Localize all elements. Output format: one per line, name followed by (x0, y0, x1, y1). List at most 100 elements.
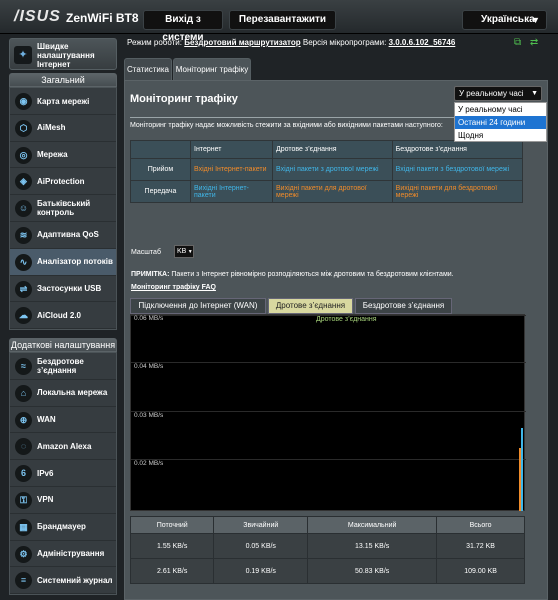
sidebar-item-label: IPv6 (37, 468, 54, 478)
firewall-icon: ▦ (15, 518, 32, 536)
quick-setup-button[interactable]: ✦ Швидке налаштування Інтернет (9, 38, 117, 70)
chevron-down-icon: ▼ (531, 15, 540, 25)
stats-cell: 13.15 KB/s (307, 533, 438, 559)
traffic-direction-table: Інтернет Дротове з’єднання Бездротове з’… (130, 140, 524, 203)
mode-value[interactable]: Бездротовий маршрутизатор (184, 38, 300, 47)
status-line: Режим роботи: Бездротовий маршрутизатор … (127, 38, 455, 47)
aiprotection-icon: ◈ (15, 173, 32, 191)
aicloud-icon: ☁ (15, 307, 32, 325)
quick-setup-icon: ✦ (14, 46, 32, 64)
dropdown-option-last-24h[interactable]: Останні 24 години (455, 116, 546, 129)
sidebar-item-label: Аналізатор потоків (37, 257, 113, 267)
sidebar-item-label: Батьківський контроль (37, 199, 91, 218)
firmware-value[interactable]: 3.0.0.6.102_56746 (389, 38, 456, 47)
language-select[interactable]: Українська ▼ (462, 10, 547, 30)
sidebar-item-syslog[interactable]: ≡ Системний журнал (10, 567, 116, 595)
y-tick-label: 0.06 MB/s (134, 315, 164, 322)
stats-cell: 1.55 KB/s (129, 533, 215, 559)
table-row: 2.61 KB/s 0.19 KB/s 50.83 KB/s 109.00 KB (129, 558, 525, 584)
grid-line (131, 411, 526, 412)
sidebar-item-ipv6[interactable]: 6 IPv6 (10, 460, 116, 487)
sidebar-item-alexa[interactable]: ◌ Amazon Alexa (10, 433, 116, 461)
asus-logo[interactable]: /ISUS (14, 8, 61, 26)
stats-cell: 2.61 KB/s (129, 558, 215, 584)
stats-header-cell: Поточний (129, 516, 215, 534)
note-text: Пакети з Інтернет рівномірно розподіляют… (169, 271, 454, 278)
sidebar-item-firewall[interactable]: ▦ Брандмауер (10, 514, 116, 541)
sidebar-item-label: Локальна мережа (37, 388, 108, 398)
graph-title: Дротове з’єднання (316, 316, 377, 323)
wan-icon: ⊕ (15, 411, 32, 429)
tab-statistics[interactable]: Статистика (124, 58, 172, 80)
traffic-stats-table: Поточний Звичайний Максимальний Всього 1… (129, 516, 525, 584)
sidebar-item-network[interactable]: ◎ Мережа (10, 142, 116, 169)
row-label: Прийом (130, 158, 191, 181)
sidebar-item-lan[interactable]: ⌂ Локальна мережа (10, 380, 116, 407)
table-header-cell (130, 140, 191, 159)
note-label: ПРИМІТКА: (131, 271, 170, 278)
sidebar-item-label: AiMesh (37, 123, 66, 133)
sidebar-item-label: Мережа (37, 150, 68, 160)
monitor-mode-value: У реальному часі (459, 89, 524, 98)
sidebar-item-wireless[interactable]: ≈ Бездротове з’єднання (10, 353, 116, 380)
qos-icon: ≋ (15, 226, 32, 244)
sidebar-item-network-map[interactable]: ◉ Карта мережі (10, 88, 116, 115)
sidebar-item-parental-control[interactable]: ☺ Батьківський контроль (10, 195, 116, 222)
network-map-icon: ◉ (15, 93, 32, 110)
sidebar-item-label: Брандмауер (37, 522, 86, 532)
table-header-cell: Бездротове з’єднання (391, 140, 524, 159)
graph-tab-wireless[interactable]: Бездротове з’єднання (355, 298, 452, 314)
page-title: Моніторинг трафіку (130, 93, 238, 105)
scale-label: Масштаб (131, 249, 161, 256)
table-cell: Вхідні Інтернет-пакети (190, 158, 273, 181)
graph-tab-wan[interactable]: Підключення до Інтернет (WAN) (130, 298, 266, 314)
scale-select[interactable]: KB ▼ (174, 245, 194, 258)
sidebar-item-qos[interactable]: ≋ Адаптивна QoS (10, 222, 116, 249)
chevron-down-icon: ▼ (531, 90, 538, 97)
wireless-icon: ≈ (15, 358, 32, 375)
network-icon: ◎ (15, 146, 32, 164)
sidebar-item-vpn[interactable]: ⚿ VPN (10, 487, 116, 514)
language-value: Українська (481, 14, 535, 25)
general-section-header: Загальний (9, 73, 117, 87)
sidebar-item-label: Адміністрування (37, 549, 105, 559)
table-cell: Вихідні Інтернет-пакети (190, 180, 273, 203)
stats-header-cell: Максимальний (307, 516, 438, 534)
sidebar: ✦ Швидке налаштування Інтернет Загальний… (9, 35, 117, 600)
table-header-cell: Інтернет (190, 140, 273, 159)
faq-link[interactable]: Моніторинг трафіку FAQ (131, 284, 216, 291)
sidebar-item-label: Застосунки USB (37, 284, 102, 294)
table-cell: Вихідні пакети для бездротової мережі (391, 180, 524, 203)
sidebar-item-label: Бездротове з’єднання (37, 357, 84, 375)
dropdown-option-daily[interactable]: Щодня (455, 129, 546, 142)
usb-status-icon[interactable]: ⇄ (530, 37, 538, 48)
reboot-button[interactable]: Перезавантажити (229, 10, 336, 30)
sidebar-item-usb[interactable]: ⇌ Застосунки USB (10, 276, 116, 303)
sidebar-item-traffic-analyzer[interactable]: ∿ Аналізатор потоків (10, 248, 116, 276)
sidebar-item-aiprotection[interactable]: ◈ AiProtection (10, 168, 116, 196)
tab-traffic-monitor[interactable]: Моніторинг трафіку (173, 58, 251, 80)
graph-tab-wired[interactable]: Дротове з’єднання (268, 298, 353, 314)
aimesh-icon: ⬡ (15, 119, 32, 137)
grid-line (131, 362, 526, 363)
stats-header-cell: Всього (436, 516, 525, 534)
sidebar-item-aimesh[interactable]: ⬡ AiMesh (10, 115, 116, 142)
monitor-mode-dropdown: У реальному часі Останні 24 години Щодня (454, 102, 547, 142)
sidebar-item-label: WAN (37, 415, 56, 425)
sidebar-item-aicloud[interactable]: ☁ AiCloud 2.0 (10, 302, 116, 330)
vpn-icon: ⚿ (15, 491, 32, 509)
stats-cell: 31.72 KB (436, 533, 525, 559)
parental-control-icon: ☺ (15, 200, 32, 218)
logout-button[interactable]: Вихід з системи (143, 10, 223, 43)
sidebar-item-administration[interactable]: ⚙ Адміністрування (10, 541, 116, 568)
grid-line (131, 459, 526, 460)
stats-header-cell: Звичайний (213, 516, 309, 534)
sidebar-item-label: AiProtection (37, 176, 85, 186)
table-header-row: Інтернет Дротове з’єднання Бездротове з’… (130, 140, 524, 159)
sidebar-item-wan[interactable]: ⊕ WAN (10, 407, 116, 434)
dropdown-option-realtime[interactable]: У реальному часі (455, 103, 546, 116)
table-header-cell: Дротове з’єднання (271, 140, 393, 159)
table-cell: Вихідні пакети для дротової мережі (271, 180, 393, 203)
monitor-mode-select[interactable]: У реальному часі ▼ (454, 86, 542, 101)
network-status-icon[interactable]: ⧉ (514, 37, 521, 48)
